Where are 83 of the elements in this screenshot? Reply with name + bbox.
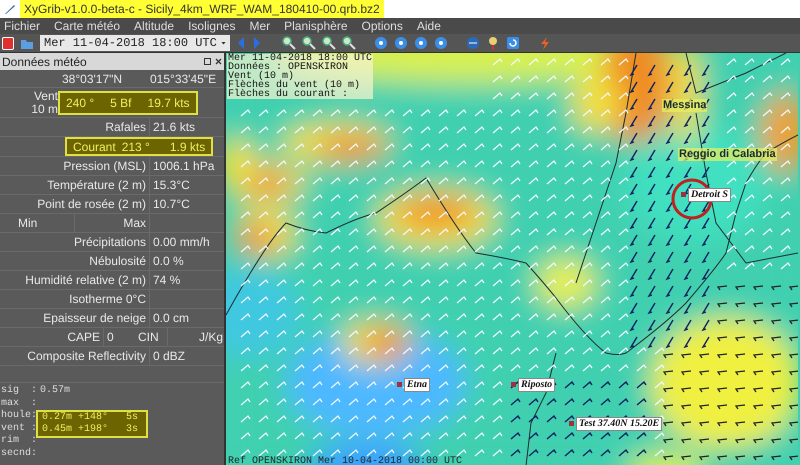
wind-height-label: 10 m: [31, 102, 58, 116]
cape-label: CAPE: [0, 328, 104, 346]
legend-line: Données : OPENSKIRON: [228, 63, 350, 72]
wind-value: 240 °: [66, 94, 94, 112]
field-value: 0.0 cm: [152, 310, 190, 327]
max-label: Max: [75, 214, 150, 232]
zoom-icon[interactable]: [322, 36, 336, 50]
menu-item[interactable]: Altitude: [134, 17, 174, 35]
field-label: Point de rosée (2 m): [0, 195, 150, 213]
menu-item[interactable]: Options: [362, 17, 403, 35]
wave-label: rim :: [1, 435, 38, 448]
wave-value: 0.27m +148° 5s: [42, 412, 138, 424]
globe-icon[interactable]: [394, 36, 408, 50]
city-label: Reggio di Calabria: [678, 148, 777, 161]
field-value: 10.7°C: [152, 196, 190, 213]
place-marker-label: Riposto: [518, 378, 556, 392]
field-value: 21.6 kts: [152, 119, 196, 136]
wind-value: 5 Bf: [110, 94, 132, 112]
field-label: Nébulosité: [0, 252, 150, 270]
wave-value: 0.45m +198° 3s: [42, 424, 138, 436]
wind-label: Vent: [34, 90, 58, 102]
globe-icon[interactable]: [466, 36, 480, 50]
wave-label: vent :: [1, 422, 38, 434]
menu-item[interactable]: Isolignes: [188, 17, 236, 35]
globe-icon[interactable]: [374, 36, 388, 50]
quit-icon[interactable]: [2, 36, 14, 50]
globe-icon[interactable]: [434, 36, 448, 50]
field-label: Isotherme 0°C: [0, 290, 150, 308]
unit-label: J/Kg: [198, 329, 224, 346]
field-label: Précipitations: [0, 233, 150, 251]
city-label: Messina: [662, 99, 708, 112]
current-value: 1.9 kts: [168, 138, 206, 156]
wave-label: houle:: [1, 410, 38, 422]
menu-item[interactable]: Fichier: [4, 17, 40, 35]
place-marker-label: Test 37.40N 15.20E: [576, 417, 662, 431]
cape-value: 0: [106, 329, 115, 346]
field-value: 1006.1 hPa: [152, 158, 214, 175]
field-label: Epaisseur de neige: [0, 309, 150, 327]
legend-line: Mer 11-04-2018 18:00 UTC: [228, 54, 372, 63]
zoom-icon[interactable]: [282, 36, 296, 50]
field-value: 0.00 mm/h: [152, 234, 210, 251]
field-value: 74 %: [152, 272, 180, 289]
field-value: 0.0 %: [152, 253, 184, 270]
panel-title: Données météo: [2, 54, 87, 70]
field-label: Humidité relative (2 m): [0, 271, 150, 289]
wave-label: secnd:: [1, 448, 38, 460]
longitude-value: 015°33'45"E: [149, 70, 216, 88]
field-value: 15.3°C: [152, 177, 190, 194]
cin-label: CIN: [138, 328, 168, 346]
float-icon[interactable]: [204, 58, 211, 65]
legend-line: Flèches du vent (10 m): [228, 81, 362, 90]
menu-item[interactable]: Aide: [416, 17, 441, 35]
current-value: 213 °: [122, 138, 150, 156]
menu-item[interactable]: Planisphère: [284, 17, 348, 35]
field-value: 0 dBZ: [152, 348, 186, 365]
zoom-icon[interactable]: [342, 36, 356, 50]
field-label: Pression (MSL): [0, 157, 150, 175]
zoom-icon[interactable]: [302, 36, 316, 50]
app-icon: [4, 3, 16, 15]
caret-icon: [221, 42, 226, 44]
field-label: Rafales: [0, 118, 150, 136]
wave-value: 0.57m: [40, 385, 72, 398]
field-label: Composite Reflectivity: [0, 347, 150, 365]
wave-label: sig :: [1, 385, 38, 398]
refresh-icon[interactable]: [506, 36, 520, 50]
map-footer: Ref OPENSKIRON Mer 10-04-2018 00:00 UTC: [228, 457, 462, 465]
date-dropdown[interactable]: Mer 11-04-2018 18:00 UTC: [40, 35, 230, 51]
place-marker-label: Detroit S: [688, 188, 731, 202]
globe-icon[interactable]: [414, 36, 428, 50]
wave-label: max :: [1, 398, 38, 410]
min-label: Min: [0, 214, 75, 232]
legend-line: Flèches du courant :: [228, 90, 348, 99]
menu-item[interactable]: Mer: [249, 17, 270, 35]
window-title: XyGrib-v1.0.0-beta-c - Sicily_4km_WRF_WAM_180410-00.qrb.bz2: [20, 0, 384, 18]
pin-icon[interactable]: [486, 36, 500, 50]
place-marker-label: Etna: [404, 378, 430, 392]
close-icon[interactable]: [215, 58, 222, 65]
wind-value: 19.7 kts: [148, 94, 190, 112]
latitude-value: 38°03'17"N: [62, 70, 124, 88]
field-label: Température (2 m): [0, 176, 150, 194]
legend-line: Vent (10 m): [228, 72, 294, 81]
current-label: Courant: [73, 138, 116, 156]
menu-item[interactable]: Carte météo: [54, 17, 120, 35]
